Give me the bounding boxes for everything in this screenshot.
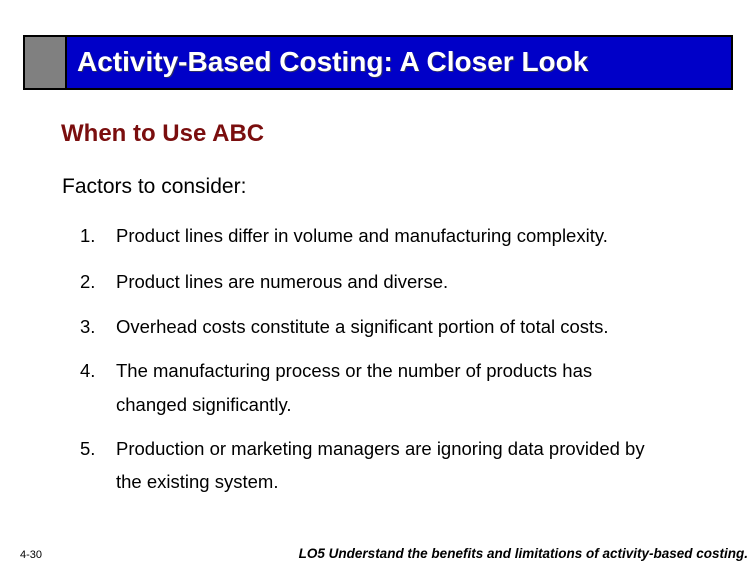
list-number: 5.: [80, 438, 96, 459]
list-text-continued: the existing system.: [116, 471, 279, 492]
list-number: 3.: [80, 316, 96, 337]
page-number: 4-30: [20, 549, 43, 561]
list-item: 4. The manufacturing process or the numb…: [80, 360, 592, 382]
subheading: When to Use ABC: [61, 120, 265, 147]
list-text-continued: changed significantly.: [116, 394, 292, 415]
list-item: 3. Overhead costs constitute a significa…: [80, 316, 609, 338]
title-banner: Activity-Based Costing: A Closer Look: [23, 35, 733, 90]
list-item: 2. Product lines are numerous and divers…: [80, 271, 448, 293]
list-text: Overhead costs constitute a significant …: [116, 316, 609, 337]
list-number: 2.: [80, 271, 96, 292]
list-item: 1. Product lines differ in volume and ma…: [80, 225, 608, 247]
slide-title: Activity-Based Costing: A Closer Look: [77, 46, 589, 77]
list-text: Product lines are numerous and diverse.: [116, 271, 449, 292]
list-text: Product lines differ in volume and manuf…: [116, 225, 608, 246]
banner-title-area: Activity-Based Costing: A Closer Look: [67, 37, 731, 88]
learning-objective: LO5 Understand the benefits and limitati…: [298, 546, 748, 561]
list-text: Production or marketing managers are ign…: [116, 438, 645, 459]
list-number: 1.: [80, 225, 96, 246]
list-item: 5. Production or marketing managers are …: [80, 438, 645, 460]
list-number: 4.: [80, 360, 96, 381]
intro-text: Factors to consider:: [62, 175, 247, 198]
banner-accent-block: [25, 37, 65, 88]
list-text: The manufacturing process or the number …: [116, 360, 593, 381]
